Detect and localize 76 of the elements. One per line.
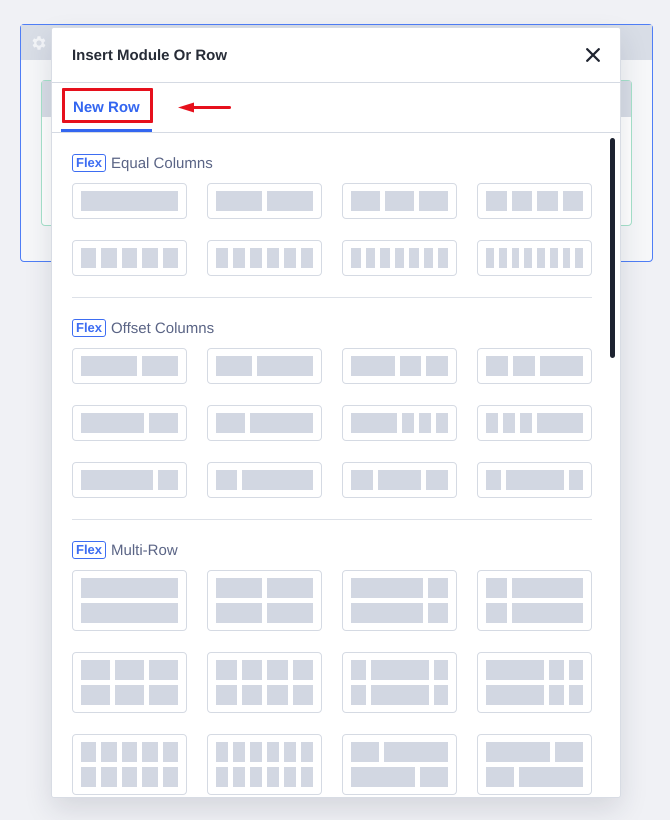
column-layout-icon bbox=[216, 470, 313, 490]
column-layout-icon bbox=[486, 191, 583, 211]
column-layout-icon bbox=[351, 356, 448, 376]
flex-tag: Flex bbox=[72, 319, 106, 337]
layout-option[interactable] bbox=[342, 240, 457, 276]
scrollbar-thumb[interactable] bbox=[610, 138, 615, 358]
column-layout-icon bbox=[351, 660, 448, 705]
layout-option[interactable] bbox=[342, 183, 457, 219]
column-layout-icon bbox=[216, 742, 313, 787]
column-layout-icon bbox=[81, 578, 178, 623]
layout-option[interactable] bbox=[207, 462, 322, 498]
layout-option[interactable] bbox=[72, 570, 187, 631]
layout-option[interactable] bbox=[207, 734, 322, 795]
column-layout-icon bbox=[486, 248, 583, 268]
layout-option[interactable] bbox=[477, 183, 592, 219]
layout-option[interactable] bbox=[72, 734, 187, 795]
layout-option[interactable] bbox=[72, 348, 187, 384]
column-layout-icon bbox=[216, 356, 313, 376]
layout-option[interactable] bbox=[342, 405, 457, 441]
column-layout-icon bbox=[486, 356, 583, 376]
layout-option[interactable] bbox=[342, 570, 457, 631]
layout-option[interactable] bbox=[207, 570, 322, 631]
column-layout-icon bbox=[351, 470, 448, 490]
column-layout-icon bbox=[216, 578, 313, 623]
column-layout-icon bbox=[351, 248, 448, 268]
column-layout-icon bbox=[351, 413, 448, 433]
layout-option[interactable] bbox=[207, 405, 322, 441]
column-layout-icon bbox=[216, 413, 313, 433]
gear-icon[interactable] bbox=[30, 34, 48, 52]
layout-option[interactable] bbox=[72, 652, 187, 713]
flex-tag: Flex bbox=[72, 541, 106, 559]
layout-option[interactable] bbox=[477, 240, 592, 276]
layout-option[interactable] bbox=[72, 183, 187, 219]
column-layout-icon bbox=[486, 578, 583, 623]
column-layout-icon bbox=[486, 470, 583, 490]
layout-option[interactable] bbox=[207, 652, 322, 713]
layout-option[interactable] bbox=[72, 240, 187, 276]
layout-option[interactable] bbox=[342, 734, 457, 795]
dialog-title: Insert Module Or Row bbox=[72, 46, 228, 64]
layout-option[interactable] bbox=[342, 652, 457, 713]
section-title: Offset Columns bbox=[111, 320, 214, 336]
column-layout-icon bbox=[81, 470, 178, 490]
flex-tag: Flex bbox=[72, 154, 106, 172]
layout-option[interactable] bbox=[72, 462, 187, 498]
column-layout-icon bbox=[81, 660, 178, 705]
layout-option[interactable] bbox=[207, 183, 322, 219]
layout-option[interactable] bbox=[342, 348, 457, 384]
layout-option[interactable] bbox=[477, 652, 592, 713]
layout-option[interactable] bbox=[477, 348, 592, 384]
layout-option[interactable] bbox=[477, 405, 592, 441]
column-layout-icon bbox=[81, 248, 178, 268]
layout-option[interactable] bbox=[477, 462, 592, 498]
column-layout-icon bbox=[216, 660, 313, 705]
close-icon bbox=[586, 48, 600, 62]
column-layout-icon bbox=[486, 413, 583, 433]
layout-option[interactable] bbox=[72, 405, 187, 441]
section-title: Equal Columns bbox=[111, 154, 213, 172]
layout-option[interactable] bbox=[207, 348, 322, 384]
layout-option[interactable] bbox=[342, 462, 457, 498]
column-layout-icon bbox=[81, 356, 178, 376]
layout-option[interactable] bbox=[207, 240, 322, 276]
tab[interactable]: New Row bbox=[61, 83, 152, 132]
layout-option[interactable] bbox=[477, 570, 592, 631]
column-layout-icon bbox=[216, 248, 313, 268]
close-button[interactable] bbox=[586, 48, 600, 62]
column-layout-icon bbox=[486, 742, 583, 787]
column-layout-icon bbox=[351, 578, 448, 623]
section-title: Multi-Row bbox=[111, 542, 178, 558]
column-layout-icon bbox=[81, 191, 178, 211]
column-layout-icon bbox=[216, 191, 313, 211]
column-layout-icon bbox=[486, 660, 583, 705]
layout-option[interactable] bbox=[477, 734, 592, 795]
column-layout-icon bbox=[81, 742, 178, 787]
column-layout-icon bbox=[81, 413, 178, 433]
column-layout-icon bbox=[351, 742, 448, 787]
column-layout-icon bbox=[351, 191, 448, 211]
